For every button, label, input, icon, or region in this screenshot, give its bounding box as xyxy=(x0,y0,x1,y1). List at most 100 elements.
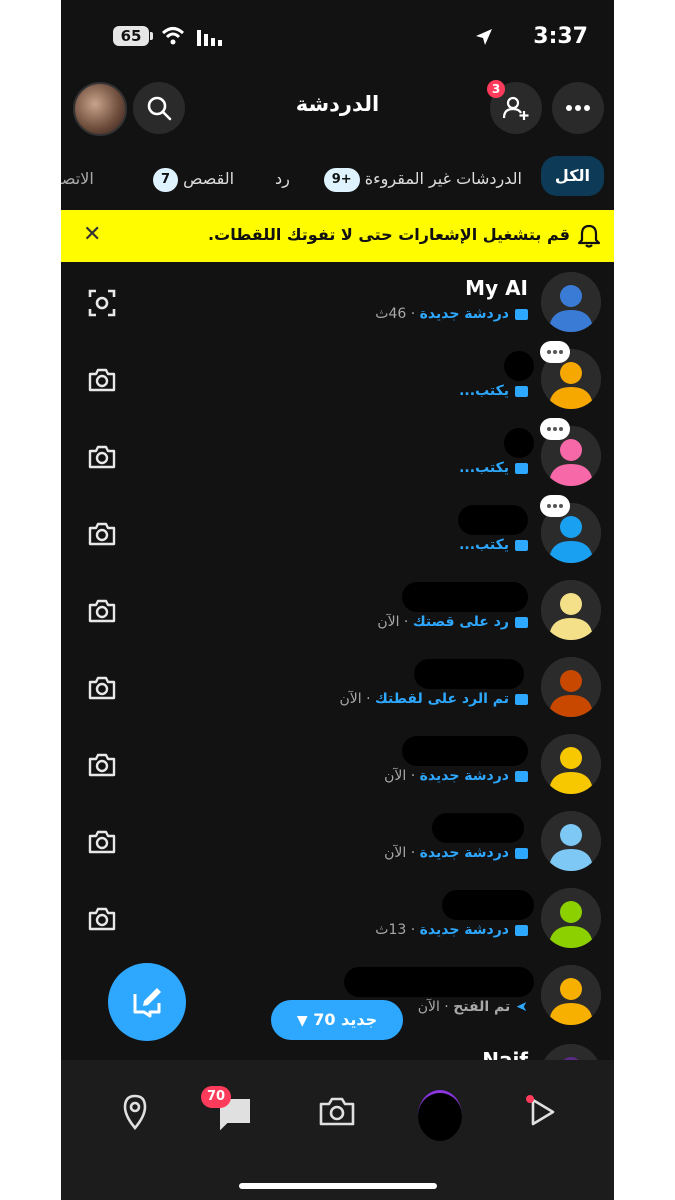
status-time: 3:37 xyxy=(533,24,588,49)
chat-row[interactable]: دردشة جديدة · الآن xyxy=(61,730,614,807)
tab-all[interactable]: الكل xyxy=(540,156,604,196)
friend-request-badge: 3 xyxy=(487,80,505,98)
scan-icon[interactable] xyxy=(87,288,117,318)
bell-icon xyxy=(577,224,601,248)
chat-status: يكتب... xyxy=(459,537,528,553)
tab-unread[interactable]: 9+ الدردشات غير المقروءة xyxy=(316,163,522,195)
status-text: رد على قصتك xyxy=(412,614,509,630)
chat-row[interactable]: My AI دردشة جديدة · 46ث xyxy=(61,268,614,345)
camera-icon[interactable] xyxy=(87,904,117,934)
stories-tab-avatar[interactable] xyxy=(418,1090,462,1141)
camera-tab-icon[interactable] xyxy=(315,1090,359,1134)
status-text: دردشة جديدة xyxy=(419,922,509,938)
camera-icon[interactable] xyxy=(87,365,117,395)
new-messages-label: جديد 70 xyxy=(313,1010,378,1029)
chat-bubble-icon xyxy=(515,462,528,474)
tab-unread-label: الدردشات غير المقروءة xyxy=(364,169,522,188)
chat-row[interactable]: دردشة جديدة · 13ث xyxy=(61,884,614,961)
notification-banner[interactable]: ✕ قم بتشغيل الإشعارات حتى لا تفوتك اللقط… xyxy=(61,210,614,262)
friend-avatar[interactable] xyxy=(541,734,601,794)
chat-status: تم الرد على لقطتك · الآن xyxy=(339,691,528,707)
status-text: يكتب... xyxy=(459,537,509,553)
chat-status: ➤ تم الفتح · الآن xyxy=(418,999,528,1015)
redacted-name xyxy=(344,967,534,997)
friend-avatar[interactable] xyxy=(541,657,601,717)
friend-name: My AI xyxy=(465,276,528,300)
friend-avatar[interactable] xyxy=(541,965,601,1025)
chat-bubble-icon xyxy=(515,693,528,705)
map-pin-icon[interactable] xyxy=(113,1090,157,1134)
status-text: يكتب... xyxy=(459,383,509,399)
friend-avatar[interactable] xyxy=(541,580,601,640)
status-bar: 65 3:37 xyxy=(61,22,614,54)
chat-time: الآن xyxy=(377,614,400,630)
new-messages-pill[interactable]: ▼ جديد 70 xyxy=(271,1000,403,1040)
chat-time: الآن xyxy=(384,768,407,784)
tab-unread-badge: 9+ xyxy=(323,167,360,192)
typing-bubble-icon xyxy=(540,341,570,363)
separator-dot: · xyxy=(406,845,420,861)
chat-status: دردشة جديدة · الآن xyxy=(384,768,528,784)
camera-icon[interactable] xyxy=(87,442,117,472)
chat-time: الآن xyxy=(384,845,407,861)
chat-row[interactable]: يكتب... xyxy=(61,495,614,576)
redacted-name xyxy=(504,351,534,381)
chat-time: 13ث xyxy=(375,922,407,938)
chat-bubble-icon xyxy=(515,308,528,320)
close-icon[interactable]: ✕ xyxy=(83,224,101,246)
redacted-name xyxy=(458,505,528,535)
redacted-name xyxy=(402,582,528,612)
status-text: تم الرد على لقطتك xyxy=(375,691,509,707)
redacted-name xyxy=(504,428,534,458)
chat-row[interactable]: تم الرد على لقطتك · الآن xyxy=(61,653,614,730)
chat-status: يكتب... xyxy=(459,460,528,476)
chat-bubble-icon xyxy=(515,847,528,859)
camera-icon[interactable] xyxy=(87,750,117,780)
status-text: دردشة جديدة xyxy=(419,306,509,322)
chat-status: يكتب... xyxy=(459,383,528,399)
status-text: يكتب... xyxy=(459,460,509,476)
chat-time: الآن xyxy=(339,691,362,707)
add-friend-icon xyxy=(502,96,529,120)
chat-row[interactable]: يكتب... xyxy=(61,341,614,422)
chat-bubble-icon xyxy=(515,539,528,551)
typing-bubble-icon xyxy=(540,418,570,440)
tab-calls[interactable]: الاتصا xyxy=(61,163,94,195)
new-chat-button[interactable] xyxy=(108,963,186,1041)
tab-reply[interactable]: رد xyxy=(275,163,290,195)
chevron-down-icon: ▼ xyxy=(296,1013,308,1029)
chat-bubble-icon xyxy=(515,385,528,397)
typing-bubble-icon xyxy=(540,495,570,517)
tab-stories[interactable]: 7 القصص xyxy=(145,163,234,195)
chat-row[interactable]: رد على قصتك · الآن xyxy=(61,576,614,653)
friend-avatar[interactable] xyxy=(541,888,601,948)
chat-row[interactable]: دردشة جديدة · الآن xyxy=(61,807,614,884)
separator-dot: · xyxy=(439,999,454,1015)
status-text: دردشة جديدة xyxy=(419,768,509,784)
banner-text: قم بتشغيل الإشعارات حتى لا تفوتك اللقطات… xyxy=(208,225,570,244)
camera-icon[interactable] xyxy=(87,519,117,549)
camera-icon[interactable] xyxy=(87,596,117,626)
friend-avatar[interactable] xyxy=(541,272,601,332)
camera-icon[interactable] xyxy=(87,673,117,703)
chat-bubble-icon xyxy=(515,616,528,628)
tab-stories-label: القصص xyxy=(183,169,235,188)
status-text: دردشة جديدة xyxy=(419,845,509,861)
status-text: تم الفتح xyxy=(453,999,511,1015)
battery-indicator: 65 xyxy=(113,26,153,46)
separator-dot: · xyxy=(406,306,420,322)
chat-status: دردشة جديدة · الآن xyxy=(384,845,528,861)
chat-time: 46ث xyxy=(375,306,407,322)
chat-unread-badge: 70 xyxy=(201,1086,232,1108)
spotlight-tab-icon[interactable] xyxy=(519,1090,563,1134)
tab-stories-badge: 7 xyxy=(153,167,179,192)
friend-avatar[interactable] xyxy=(541,811,601,871)
signal-icon xyxy=(197,30,222,46)
chat-status: رد على قصتك · الآن xyxy=(377,614,528,630)
redacted-name xyxy=(402,736,528,766)
camera-icon[interactable] xyxy=(87,827,117,857)
new-chat-icon xyxy=(133,988,161,1018)
redacted-name xyxy=(414,659,524,689)
chat-row[interactable]: يكتب... xyxy=(61,418,614,499)
more-button[interactable] xyxy=(552,82,604,134)
